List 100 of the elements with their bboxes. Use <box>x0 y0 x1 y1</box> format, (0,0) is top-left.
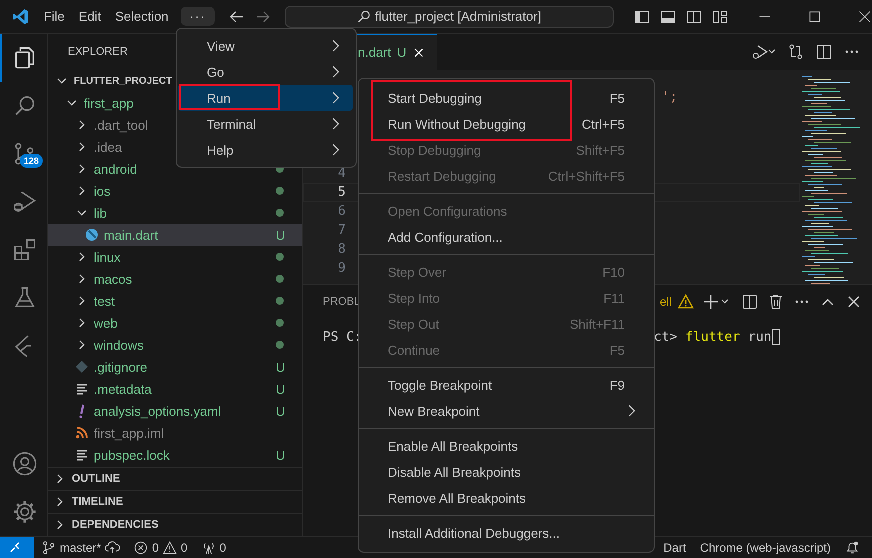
settings-icon[interactable] <box>12 499 38 525</box>
terminal-text: ct> <box>654 330 678 344</box>
menu-item[interactable]: Help <box>178 137 353 163</box>
trash-icon[interactable] <box>768 294 784 310</box>
count-badge: 128 <box>20 154 44 168</box>
menu-item[interactable]: Toggle Breakpoint F9 <box>359 372 654 398</box>
tree-row[interactable]: linux <box>48 246 302 268</box>
menu-item[interactable]: Run Without Debugging Ctrl+F5 <box>359 111 654 137</box>
shortcut-text: F5 <box>610 342 625 358</box>
split-layout-icon[interactable] <box>686 8 702 24</box>
menu-item[interactable]: Start Debugging F5 <box>359 85 654 111</box>
shortcut-text: F5 <box>610 90 625 106</box>
menu-item[interactable]: Remove All Breakpoints <box>359 485 654 511</box>
tree-row[interactable]: windows <box>48 334 302 356</box>
git-status-letter: U <box>397 45 407 60</box>
app-logo-icon <box>12 8 30 26</box>
menu-item[interactable]: Enable All Breakpoints <box>359 433 654 459</box>
menu-label: Enable All Breakpoints <box>388 438 520 454</box>
tree-row[interactable]: .metadata U <box>48 378 302 400</box>
more-menu-button[interactable]: ··· <box>180 7 215 26</box>
maximize-icon[interactable] <box>808 10 822 24</box>
tree-row[interactable]: first_app.iml <box>48 422 302 444</box>
line-number: 4 <box>337 166 346 181</box>
menu-label: Open Configurations <box>388 204 508 218</box>
git-status-letter: U <box>276 360 286 374</box>
debug-target[interactable]: Chrome (web-javascript) <box>700 540 831 554</box>
menu-item[interactable]: Install Additional Debuggers... <box>359 520 654 546</box>
menu-item[interactable]: Terminal <box>178 111 353 137</box>
code-text: '; <box>662 90 678 105</box>
close-icon[interactable] <box>412 46 425 58</box>
menu-label: Step Over <box>388 264 448 280</box>
menu-label: Terminal <box>207 116 258 132</box>
menu-label: Stop Debugging <box>388 142 482 158</box>
menu-item[interactable]: New Breakpoint <box>359 398 654 424</box>
menu-label: Install Additional Debuggers... <box>388 526 561 540</box>
branch-icon <box>42 540 56 554</box>
remote-button[interactable] <box>0 536 34 558</box>
menu-item[interactable]: Add Configuration... <box>359 224 654 250</box>
tree-row[interactable]: pubspec.lock U <box>48 444 302 466</box>
file-name: main.dart <box>104 228 158 242</box>
split-editor-icon[interactable] <box>816 44 832 60</box>
menu-item[interactable]: Run <box>178 85 353 111</box>
git-status-letter: U <box>276 448 286 462</box>
close-icon[interactable] <box>858 10 872 24</box>
file-name: macos <box>94 272 132 286</box>
menu-label: Run <box>207 90 232 106</box>
search-icon <box>357 10 372 24</box>
forward-arrow-icon[interactable] <box>254 8 271 24</box>
compare-changes-icon[interactable] <box>788 44 804 60</box>
menu-bar-item[interactable]: File <box>38 6 71 27</box>
split-terminal-icon[interactable] <box>742 294 758 310</box>
tree-row[interactable]: analysis_options.yaml U <box>48 400 302 422</box>
line-number: 6 <box>337 204 346 219</box>
menu-label: Disable All Breakpoints <box>388 464 522 480</box>
section-header[interactable]: TIMELINE <box>48 490 302 513</box>
warning-count[interactable]: 0 <box>181 540 188 554</box>
command-center[interactable]: flutter_project [Administrator] <box>284 6 614 28</box>
warning-icon <box>678 294 694 310</box>
panel-tab[interactable]: PROBL <box>323 296 360 308</box>
file-name: .gitignore <box>94 360 148 374</box>
panel-toggle-icon[interactable] <box>660 8 676 24</box>
account-icon[interactable] <box>12 451 38 477</box>
shortcut-text: Ctrl+F5 <box>582 116 625 132</box>
activity-bar-item[interactable]: 128 <box>0 130 47 178</box>
text-cursor <box>772 329 780 345</box>
tree-row[interactable]: macos <box>48 268 302 290</box>
menu-bar-item[interactable]: Selection <box>109 6 175 27</box>
bell-icon[interactable] <box>845 540 860 555</box>
tree-row[interactable]: main.dart U <box>48 224 302 246</box>
section-header[interactable]: DEPENDENCIES <box>48 513 302 536</box>
tree-row[interactable]: test <box>48 290 302 312</box>
menu-label: Help <box>207 142 235 158</box>
sidebar-toggle-icon[interactable] <box>634 8 650 24</box>
menu-item[interactable]: Disable All Breakpoints <box>359 459 654 485</box>
tree-row[interactable]: lib <box>48 202 302 224</box>
shortcut-text: F11 <box>604 290 625 306</box>
layout-grid-icon[interactable] <box>712 8 728 24</box>
branch-name[interactable]: master* <box>60 540 102 554</box>
port-count[interactable]: 0 <box>220 540 226 554</box>
file-name: first_app.iml <box>94 426 164 440</box>
antenna-icon <box>202 540 216 554</box>
tree-row[interactable]: ios <box>48 180 302 202</box>
close-icon[interactable] <box>846 294 862 310</box>
file-name: lib <box>94 206 108 220</box>
tree-row[interactable]: .gitignore U <box>48 356 302 378</box>
menu-label: Go <box>207 64 226 80</box>
language-mode[interactable]: Dart <box>664 540 686 554</box>
menu-label: Step Into <box>388 290 442 306</box>
run-debug-icon[interactable] <box>752 44 776 60</box>
workspace-title: flutter_project [Administrator] <box>375 9 542 24</box>
file-name: first_app <box>84 96 134 110</box>
file-name: android <box>94 162 138 176</box>
file-name: FLUTTER_PROJECT <box>74 76 172 86</box>
terminal-name[interactable]: ell <box>660 295 672 309</box>
error-count[interactable]: 0 <box>152 540 160 554</box>
menu-bar-item[interactable]: Edit <box>72 6 108 27</box>
cloud-sync-icon[interactable] <box>105 540 120 555</box>
menu-label: Add Configuration... <box>388 230 504 244</box>
tree-row[interactable]: web <box>48 312 302 334</box>
section-header[interactable]: OUTLINE <box>48 467 302 490</box>
